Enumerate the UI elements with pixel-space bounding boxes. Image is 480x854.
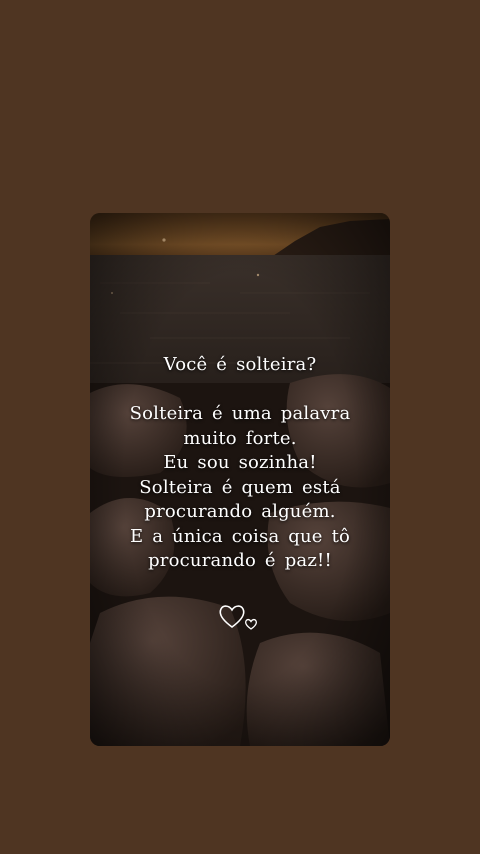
caption-line: procurando é paz!! — [148, 550, 332, 571]
caption-line: procurando alguém. — [144, 501, 336, 522]
caption-line: muito forte. — [183, 427, 297, 449]
caption-line: Solteira é uma palavra — [129, 403, 351, 424]
caption-text: Você é solteira? Solteira é uma palavra … — [90, 353, 390, 574]
caption-line: Eu sou sozinha! — [163, 452, 317, 473]
caption-line: Solteira é quem está — [139, 476, 341, 498]
two-hearts-icon — [219, 605, 257, 630]
caption-question: Você é solteira? — [163, 354, 317, 375]
photo-card: Você é solteira? Solteira é uma palavra … — [90, 213, 390, 746]
caption-line: E a única coisa que tô — [129, 525, 351, 547]
